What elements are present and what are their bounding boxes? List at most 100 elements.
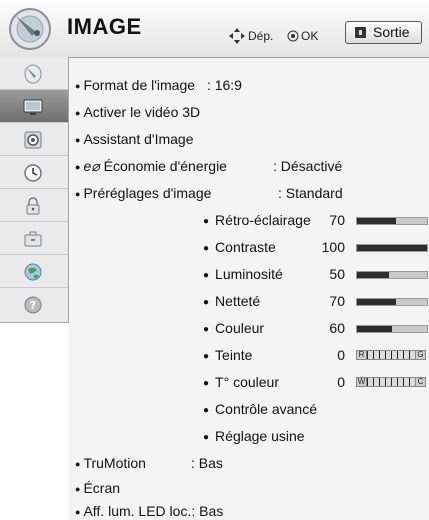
bullet: ● xyxy=(203,216,210,227)
bullet: ● xyxy=(75,459,81,469)
bullet: ● xyxy=(203,351,210,362)
adjustment-row[interactable]: ● Rétro-éclairage xyxy=(203,212,311,228)
adjustment-label: T° couleur xyxy=(215,374,280,390)
adjustment-level-bar[interactable] xyxy=(356,217,428,225)
adjustment-value: 60 xyxy=(329,320,345,336)
adjustment-row[interactable]: ● Réglage usine xyxy=(203,428,305,444)
adjustment-value: 100 xyxy=(321,239,345,255)
page-title: IMAGE xyxy=(67,14,142,39)
menu-item-label: Assistant d'Image xyxy=(83,131,194,147)
help-icon: ? xyxy=(24,296,42,314)
adjustment-level-bar[interactable] xyxy=(356,298,428,306)
scale-ticks xyxy=(366,351,416,359)
menu-item-value: : Désactivé xyxy=(273,158,343,174)
menu-item-enable-3d[interactable]: ● Activer le vidéo 3D xyxy=(75,104,200,120)
scale-ticks xyxy=(366,378,416,386)
menu-item-label: Préréglages d'image xyxy=(83,185,212,201)
adjustment-value: 0 xyxy=(337,347,345,363)
exit-button[interactable]: Sortie xyxy=(345,21,422,44)
menu-item-picture-format[interactable]: ● Format de l'image : 16:9 xyxy=(75,77,242,93)
sidebar-item-lock[interactable] xyxy=(0,189,68,222)
energy-saving-icon: e⌀ xyxy=(83,158,100,174)
move-hint: Dép. xyxy=(248,29,274,43)
bullet: ● xyxy=(203,324,210,335)
bullet: ● xyxy=(75,189,81,199)
adjustment-row[interactable]: ● Contraste xyxy=(203,239,276,255)
sidebar-item-options[interactable] xyxy=(0,222,68,255)
adjustment-value: 70 xyxy=(329,293,345,309)
adjustment-level-bar[interactable] xyxy=(356,244,428,252)
adjustment-row[interactable]: ● Contrôle avancé xyxy=(203,401,317,417)
bullet: ● xyxy=(203,270,210,281)
adjustment-level-bar[interactable] xyxy=(356,325,428,333)
bullet: ● xyxy=(75,484,81,494)
menu-item-label: Aff. lum. LED loc.: Bas xyxy=(83,503,224,519)
menu-item-label: Format de l'image xyxy=(83,77,196,93)
adjustment-level-fill xyxy=(357,218,396,224)
menu-item-picture-mode[interactable]: ● Préréglages d'image : Standard xyxy=(75,185,415,201)
adjustment-value: 50 xyxy=(329,266,345,282)
menu-item-value: : Bas xyxy=(191,455,223,471)
adjustment-value: 0 xyxy=(337,374,345,390)
adjustment-label: Couleur xyxy=(215,320,265,336)
picture-menu-panel xyxy=(69,58,429,520)
bullet: ● xyxy=(75,162,81,172)
bullet: ● xyxy=(203,405,210,416)
sidebar-item-time[interactable] xyxy=(0,156,68,189)
adjustment-label: Netteté xyxy=(215,293,261,309)
sidebar-item-support[interactable]: ? xyxy=(0,288,68,321)
menu-item-label: Économie d'énergie xyxy=(103,158,227,174)
clock-icon xyxy=(24,164,42,182)
bullet: ● xyxy=(203,432,210,443)
adjustment-value: 70 xyxy=(329,212,345,228)
bullet: ● xyxy=(203,243,210,254)
bullet: ● xyxy=(75,81,81,91)
picture-category-icon xyxy=(9,8,51,50)
adjustment-row[interactable]: ● Couleur xyxy=(203,320,264,336)
menu-item-value: : Standard xyxy=(278,185,343,201)
menu-item-led-local-dimming[interactable]: ● Aff. lum. LED loc.: Bas xyxy=(75,503,223,519)
bullet: ● xyxy=(75,507,81,517)
adjustment-balance-scale[interactable]: WC xyxy=(356,377,426,387)
ok-button-icon xyxy=(287,30,299,42)
adjustment-label: Contrôle avancé xyxy=(215,401,317,417)
network-globe-icon xyxy=(24,263,42,281)
sidebar-item-channel-setup[interactable] xyxy=(0,57,68,90)
menu-item-energy-saving[interactable]: ● e⌀ Économie d'énergie : Désactivé xyxy=(75,158,415,175)
adjustment-row[interactable]: ● Netteté xyxy=(203,293,260,309)
adjustment-level-fill xyxy=(357,299,396,305)
adjustment-level-bar[interactable] xyxy=(356,271,428,279)
adjustment-label: Teinte xyxy=(215,347,253,363)
svg-text:?: ? xyxy=(30,299,36,312)
speaker-icon xyxy=(24,131,42,149)
scale-right-label: C xyxy=(416,377,425,386)
menu-item-label: TruMotion xyxy=(83,455,146,471)
satellite-dish-icon xyxy=(24,64,42,84)
adjustment-level-fill xyxy=(357,272,389,278)
category-sidebar: ? xyxy=(0,57,69,323)
scale-left-label: R xyxy=(357,350,366,359)
menu-item-label: Écran xyxy=(83,480,121,496)
adjustment-label: Contraste xyxy=(215,239,276,255)
move-arrows-icon xyxy=(229,28,245,44)
menu-item-screen[interactable]: ● Écran xyxy=(75,480,120,496)
bullet: ● xyxy=(75,108,81,118)
sidebar-item-audio[interactable] xyxy=(0,123,68,156)
adjustment-row[interactable]: ● Luminosité xyxy=(203,266,283,282)
adjustment-balance-scale[interactable]: RG xyxy=(356,350,426,360)
sidebar-item-picture[interactable] xyxy=(0,90,68,123)
adjustment-label: Réglage usine xyxy=(215,428,305,444)
scale-left-label: W xyxy=(357,377,366,386)
ok-hint: OK xyxy=(301,29,319,43)
tv-screen-icon xyxy=(23,99,43,115)
header-bar: IMAGE Dép. OK Sortie xyxy=(0,0,429,58)
adjustment-label: Luminosité xyxy=(215,266,283,282)
menu-item-picture-wizard[interactable]: ● Assistant d'Image xyxy=(75,131,194,147)
adjustment-level-fill xyxy=(357,245,427,251)
adjustment-row[interactable]: ● Teinte xyxy=(203,347,252,363)
menu-item-value: : 16:9 xyxy=(206,77,242,93)
sidebar-item-network[interactable] xyxy=(0,255,68,288)
options-suitcase-icon xyxy=(24,231,42,247)
menu-item-trumotion[interactable]: ● TruMotion : Bas xyxy=(75,455,415,471)
adjustment-row[interactable]: ● T° couleur xyxy=(203,374,279,390)
